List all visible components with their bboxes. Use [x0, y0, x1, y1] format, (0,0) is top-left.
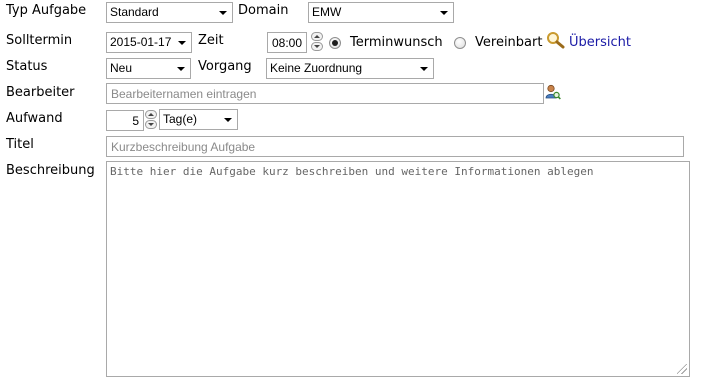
titel-label: Titel: [6, 137, 34, 152]
terminwunsch-radio[interactable]: [329, 37, 341, 49]
chevron-down-icon: [420, 67, 428, 71]
magnifier-icon[interactable]: [546, 31, 566, 49]
spin-up-icon[interactable]: [311, 32, 323, 41]
solltermin-date-select[interactable]: 2015-01-17: [106, 32, 192, 53]
resize-grip-icon[interactable]: [677, 364, 687, 374]
zeit-input[interactable]: [267, 32, 307, 53]
chevron-down-icon: [177, 67, 185, 71]
user-search-icon[interactable]: [545, 84, 561, 100]
titel-input[interactable]: [106, 136, 684, 157]
vereinbart-radio[interactable]: [454, 37, 466, 49]
domain-label: Domain: [238, 3, 289, 18]
chevron-down-icon: [219, 11, 227, 15]
aufwand-label: Aufwand: [6, 111, 63, 126]
bearbeiter-input[interactable]: [106, 83, 544, 104]
vereinbart-label: Vereinbart: [475, 35, 543, 50]
vorgang-value: Keine Zuordnung: [270, 61, 363, 75]
terminwunsch-label: Terminwunsch: [350, 35, 443, 50]
vorgang-select[interactable]: Keine Zuordnung: [266, 58, 434, 79]
solltermin-date-value: 2015-01-17: [110, 35, 172, 49]
status-label: Status: [6, 59, 48, 74]
typ-aufgabe-value: Standard: [110, 5, 159, 19]
chevron-down-icon: [178, 41, 186, 45]
spin-down-icon[interactable]: [145, 120, 157, 129]
bearbeiter-label: Bearbeiter: [6, 85, 75, 100]
domain-select[interactable]: EMW: [308, 2, 454, 23]
zeit-stepper[interactable]: [311, 32, 323, 52]
solltermin-label: Solltermin: [6, 33, 73, 48]
typ-aufgabe-label: Typ Aufgabe: [6, 3, 87, 18]
zeit-label: Zeit: [198, 33, 224, 48]
typ-aufgabe-select[interactable]: Standard: [106, 2, 233, 23]
status-value: Neu: [110, 61, 133, 75]
aufwand-unit-select[interactable]: Tag(e): [159, 109, 238, 130]
vorgang-label: Vorgang: [198, 59, 252, 74]
domain-value: EMW: [312, 5, 342, 19]
spin-up-icon[interactable]: [145, 110, 157, 119]
beschreibung-textarea[interactable]: [106, 161, 690, 377]
aufwand-unit-value: Tag(e): [163, 112, 198, 126]
chevron-down-icon: [224, 118, 232, 122]
status-select[interactable]: Neu: [106, 58, 191, 79]
spin-down-icon[interactable]: [311, 42, 323, 51]
aufwand-input[interactable]: [106, 110, 144, 131]
chevron-down-icon: [440, 11, 448, 15]
beschreibung-label: Beschreibung: [6, 163, 95, 178]
uebersicht-link[interactable]: Übersicht: [569, 35, 631, 51]
aufwand-stepper[interactable]: [145, 110, 157, 130]
